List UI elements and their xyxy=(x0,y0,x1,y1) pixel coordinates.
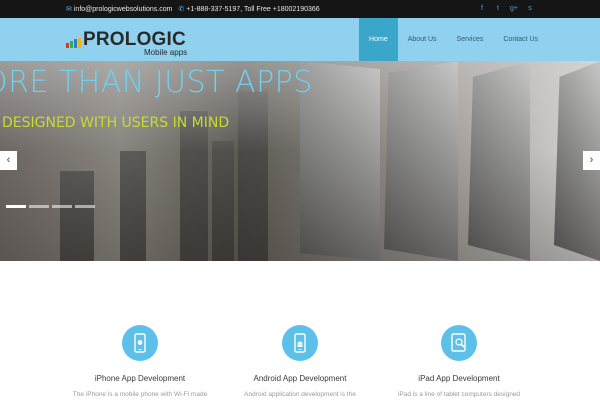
service-title[interactable]: iPad App Development xyxy=(374,374,544,383)
main-nav: Home About Us Services Contact Us xyxy=(359,18,548,61)
service-card-iphone: iPhone App Development The iPhone is a m… xyxy=(55,325,225,398)
contact-phone: +1-888-337-5197, Toll Free +18002190366 xyxy=(186,5,320,13)
top-bar: ✉ info@prologicwebsolutions.com ✆ +1-888… xyxy=(0,0,600,18)
hero-slider: ORE THAN JUST APPS DESIGNED WITH USERS I… xyxy=(0,61,600,261)
slider-dot[interactable] xyxy=(75,205,95,208)
services-section: iPhone App Development The iPhone is a m… xyxy=(0,261,600,400)
envelope-icon: ✉ xyxy=(66,6,72,13)
skype-icon[interactable]: s xyxy=(522,3,538,15)
slide-panel xyxy=(384,61,458,261)
logo-tagline: Mobile apps xyxy=(144,48,188,57)
iphone-apple-icon[interactable] xyxy=(122,325,158,361)
facebook-icon[interactable]: f xyxy=(474,3,490,15)
slider-prev-button[interactable]: ‹ xyxy=(0,151,17,170)
slider-dot[interactable] xyxy=(6,205,26,208)
contact-email[interactable]: info@prologicwebsolutions.com xyxy=(74,6,173,13)
service-title[interactable]: iPhone App Development xyxy=(55,374,225,383)
ipad-search-icon[interactable] xyxy=(441,325,477,361)
slider-pagination xyxy=(6,205,98,208)
service-description: Android application development is the xyxy=(244,391,356,398)
nav-item-contact-us[interactable]: Contact Us xyxy=(493,18,548,61)
service-card-android: Android App Development Android applicat… xyxy=(215,325,385,398)
service-title[interactable]: Android App Development xyxy=(215,374,385,383)
slider-dot[interactable] xyxy=(52,205,72,208)
android-phone-icon[interactable] xyxy=(282,325,318,361)
hero-headline: ORE THAN JUST APPS xyxy=(0,65,313,100)
site-logo[interactable]: PROLOGIC Mobile apps xyxy=(66,27,196,57)
nav-item-home[interactable]: Home xyxy=(359,18,398,61)
logo-bars-icon xyxy=(66,38,82,48)
service-card-ipad: iPad App Development iPad is a line of t… xyxy=(374,325,544,398)
social-links: f t g+ s xyxy=(474,3,538,15)
nav-item-services[interactable]: Services xyxy=(447,18,494,61)
hero-subheadline: DESIGNED WITH USERS IN MIND xyxy=(2,115,230,131)
twitter-icon[interactable]: t xyxy=(490,3,506,15)
service-description: The iPhone is a mobile phone with Wi-Fi … xyxy=(72,391,208,398)
slider-next-button[interactable]: › xyxy=(583,151,600,170)
site-header: PROLOGIC Mobile apps Home About Us Servi… xyxy=(0,18,600,61)
contact-info: ✉ info@prologicwebsolutions.com ✆ +1-888… xyxy=(66,5,320,14)
slider-dot[interactable] xyxy=(29,205,49,208)
phone-icon: ✆ xyxy=(178,6,185,13)
service-description: iPad is a line of tablet computers desig… xyxy=(397,391,521,398)
slide-panel xyxy=(468,61,530,261)
google-plus-icon[interactable]: g+ xyxy=(506,3,522,15)
nav-item-about-us[interactable]: About Us xyxy=(398,18,447,61)
